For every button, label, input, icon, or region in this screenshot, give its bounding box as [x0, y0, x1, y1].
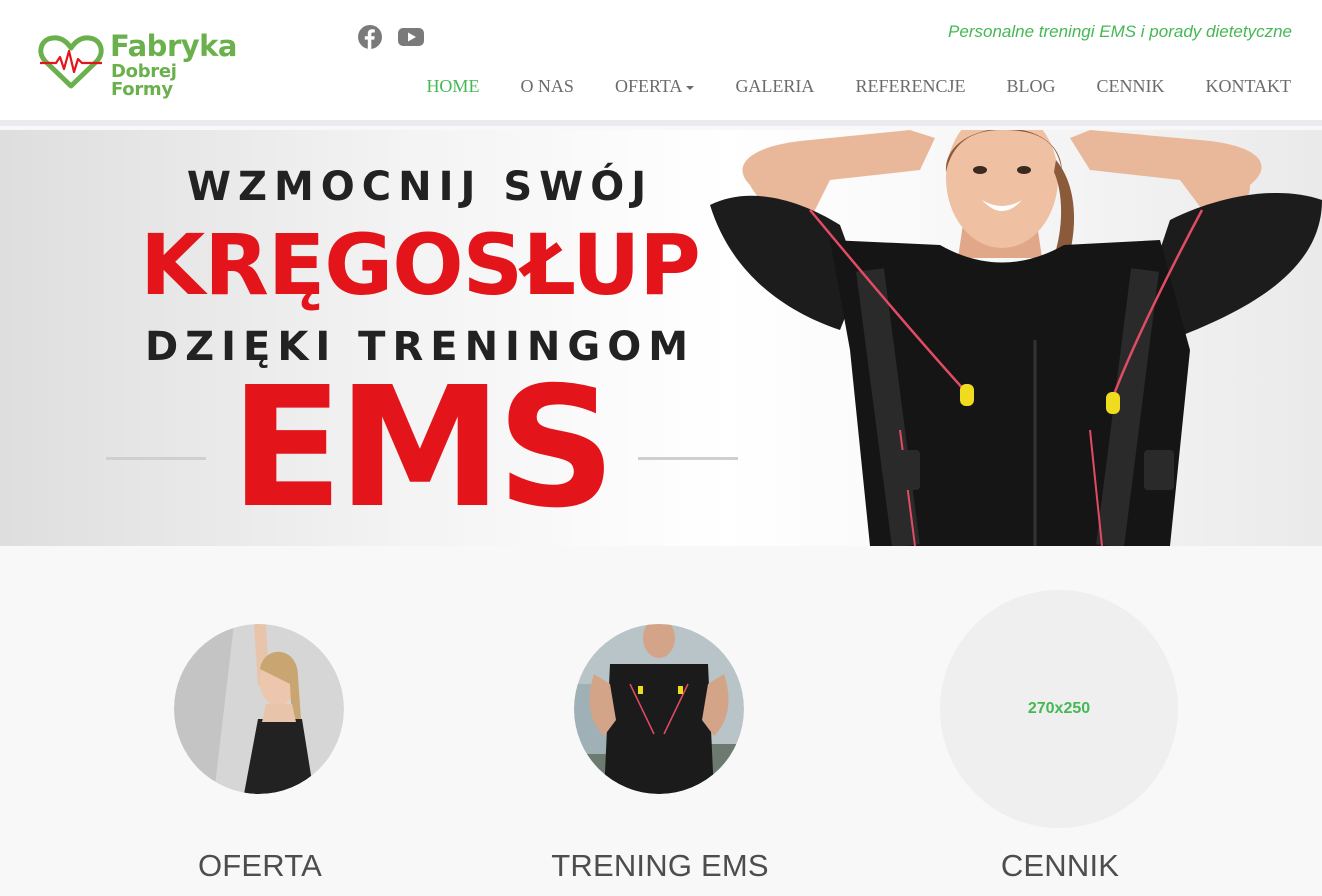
woman-ems-suit-photo [710, 130, 1322, 546]
hero-divider-left [106, 457, 206, 460]
caret-down-icon [686, 85, 695, 90]
woman-athlete-photo[interactable] [174, 624, 344, 794]
site-header: Fabryka Dobrej Formy Personalne treningi… [0, 0, 1322, 126]
nav-home[interactable]: HOME [426, 76, 479, 97]
nav-oferta-label: OFERTA [614, 76, 683, 96]
social-links [357, 24, 435, 52]
youtube-icon[interactable] [397, 24, 425, 50]
logo-name-line1: Fabryka [110, 29, 238, 63]
site-tagline: Personalne treningi EMS i porady dietety… [948, 22, 1292, 41]
card-trening-ems[interactable]: TRENING EMS [500, 590, 820, 896]
nav-galeria[interactable]: GALERIA [735, 76, 814, 97]
card-trening-ems-title: TRENING EMS [551, 848, 769, 883]
logo-text: Fabryka Dobrej Formy [110, 32, 238, 99]
man-ems-suit-photo[interactable] [574, 624, 744, 794]
card-cennik[interactable]: 270x250 CENNIK [900, 590, 1220, 896]
card-oferta[interactable]: OFERTA [100, 590, 420, 896]
hero-banner[interactable]: WZMOCNIJ SWÓJ KRĘGOSŁUP DZIĘKI TRENINGOM… [0, 130, 1322, 546]
card-cennik-title: CENNIK [1000, 848, 1120, 883]
facebook-icon[interactable] [357, 24, 383, 50]
placeholder-size-label: 270x250 [1027, 700, 1091, 717]
nav-cennik[interactable]: CENNIK [1096, 76, 1164, 97]
nav-blog[interactable]: BLOG [1006, 76, 1055, 97]
heart-pulse-icon [38, 35, 104, 89]
nav-kontakt[interactable]: KONTAKT [1205, 76, 1291, 97]
logo-name-line2: Dobrej Formy [111, 61, 177, 100]
nav-referencje[interactable]: REFERENCJE [855, 76, 965, 97]
nav-o-nas[interactable]: O NAS [520, 76, 574, 97]
card-oferta-title: OFERTA [197, 848, 323, 883]
nav-oferta[interactable]: OFERTA [614, 76, 695, 97]
placeholder-image[interactable]: 270x250 [940, 590, 1178, 828]
main-nav: HOME O NAS OFERTA GALERIA REFERENCJE BLO… [385, 76, 1291, 97]
site-logo[interactable]: Fabryka Dobrej Formy [38, 30, 238, 99]
